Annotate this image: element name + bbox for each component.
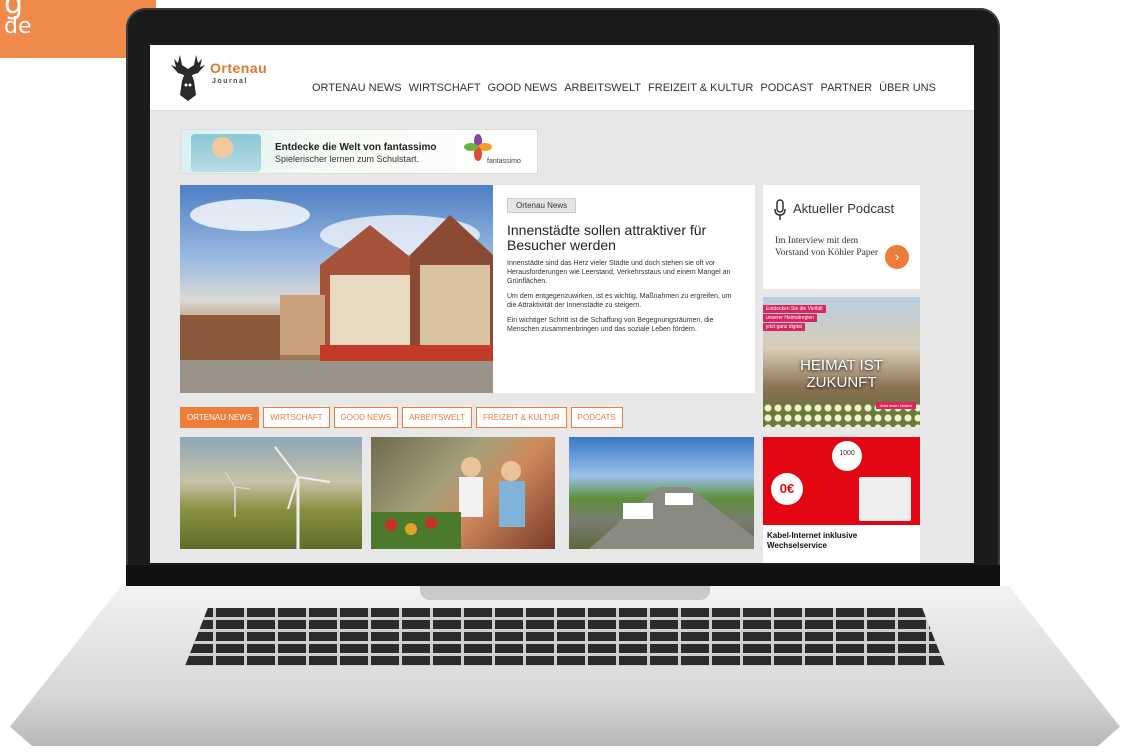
speed-badge: 1000: [832, 441, 862, 471]
podcast-arrow-button[interactable]: ›: [885, 245, 909, 269]
vodafone-ad-text: Kabel-Internet inklusive Wechselservice: [767, 531, 857, 551]
laptop-bezel: [126, 565, 1000, 586]
heimat-ad[interactable]: Entdecken Sie die Vielfalt unserer Heima…: [763, 297, 920, 427]
wind-turbine-illustration: [224, 446, 331, 549]
nav-item-freizeit-kultur[interactable]: FREIZEIT & KULTUR: [648, 82, 753, 94]
banner-brand: fantassimo: [487, 158, 521, 165]
podcast-box[interactable]: Aktueller Podcast Im Interview mit dem V…: [763, 185, 920, 289]
article-category-tag[interactable]: Ortenau News: [507, 198, 577, 213]
hero-article-card[interactable]: Ortenau News Innenstädte sollen attrakti…: [493, 185, 755, 393]
nav-item-good-news[interactable]: GOOD NEWS: [488, 82, 558, 94]
heimat-label: unserer Heimatregion: [763, 314, 818, 322]
laptop-keyboard: [185, 608, 945, 666]
tab-ortenau-news[interactable]: ORTENAU NEWS: [180, 407, 260, 428]
hero-town-illustration: [180, 199, 493, 393]
vodafone-ad-line1: Kabel-Internet inklusive: [767, 531, 858, 540]
laptop-hinge: [420, 586, 710, 600]
router-image: [859, 477, 911, 521]
logo-name: Ortenau: [210, 60, 268, 76]
laptop-screen: Ortenau Journal ORTENAU NEWS WIRTSCHAFT …: [150, 45, 974, 563]
heimat-headline-line1: HEIMAT IST: [800, 357, 883, 374]
nav-item-podcast[interactable]: PODCAST: [760, 82, 813, 94]
fantassimo-banner-ad[interactable]: Entdecke die Welt von fantassimo Spieler…: [180, 129, 538, 174]
category-tabs: ORTENAU NEWS WIRTSCHAFT GOOD NEWS ARBEIT…: [180, 407, 623, 428]
market-shoppers-photo[interactable]: [371, 437, 555, 549]
heimat-label: jetzt ganz digital: [763, 323, 805, 331]
heimat-label: Entdecken Sie die Vielfalt: [763, 305, 826, 313]
tab-arbeitswelt[interactable]: ARBEITSWELT: [402, 407, 473, 428]
microphone-icon: [774, 199, 786, 220]
nav-item-arbeitswelt[interactable]: ARBEITSWELT: [564, 82, 641, 94]
nav-item-partner[interactable]: PARTNER: [821, 82, 873, 94]
highway-illustration: [589, 487, 754, 549]
article-title[interactable]: Innenstädte sollen attraktiver für Besuc…: [507, 223, 741, 253]
heimat-read-button[interactable]: Jetzt lesen klicken: [875, 402, 916, 409]
child-photo: [191, 134, 261, 172]
nav-item-ortenau-news[interactable]: ORTENAU NEWS: [312, 82, 402, 94]
heimat-headline: HEIMAT IST ZUKUNFT: [763, 357, 920, 391]
podcast-description: Im Interview mit dem Vorstand von Köhler…: [775, 236, 878, 258]
hero-town-photo[interactable]: [180, 185, 493, 393]
logo-subtitle: Journal: [212, 78, 248, 85]
tab-freizeit-kultur[interactable]: FREIZEIT & KULTUR: [476, 407, 567, 428]
tab-wirtschaft[interactable]: WIRTSCHAFT: [263, 407, 330, 428]
site-header: Ortenau Journal ORTENAU NEWS WIRTSCHAFT …: [150, 45, 974, 111]
article-paragraph: Um dem entgegenzuwirken, ist es wichtig,…: [507, 293, 732, 309]
vodafone-ad-visual: 1000 0€: [763, 437, 920, 525]
banner-subline: Spielerischer lernen zum Schulstart.: [275, 154, 420, 164]
article-paragraph: Ein wichtiger Schritt ist die Schaffung …: [507, 317, 714, 333]
nav-item-ueber-uns[interactable]: ÜBER UNS: [879, 82, 936, 94]
tab-podcats[interactable]: PODCATS: [570, 407, 623, 428]
wind-turbine-photo[interactable]: [180, 437, 362, 549]
price-badge: 0€: [771, 473, 803, 505]
corner-tag-text: de: [4, 14, 32, 39]
market-illustration: [371, 457, 525, 549]
vodafone-ad-line2: Wechselservice: [767, 541, 827, 550]
nav-item-wirtschaft[interactable]: WIRTSCHAFT: [409, 82, 481, 94]
site-logo[interactable]: Ortenau Journal: [168, 51, 288, 107]
main-nav: ORTENAU NEWS WIRTSCHAFT GOOD NEWS ARBEIT…: [312, 82, 936, 94]
heimat-headline-line2: ZUKUNFT: [806, 374, 877, 391]
deer-icon: [171, 55, 205, 101]
banner-headline: Entdecke die Welt von fantassimo: [275, 142, 437, 153]
article-paragraph: Innenstädte sind das Herz vieler Städte …: [507, 260, 731, 285]
highway-trucks-photo[interactable]: [569, 437, 754, 549]
podcast-title: Aktueller Podcast: [793, 201, 895, 216]
vodafone-ad[interactable]: 1000 0€ Kabel-Internet inklusive Wechsel…: [763, 437, 920, 563]
tab-good-news[interactable]: GOOD NEWS: [333, 407, 399, 428]
